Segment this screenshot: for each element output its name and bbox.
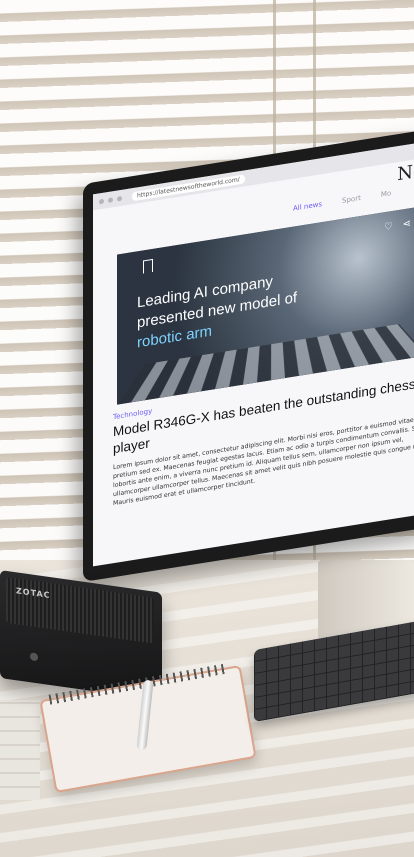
site-nav: All news Sport Mo [293,189,391,213]
photo-scene: https://latestnewsoftheworld.com/ New Al… [0,0,414,857]
power-button-icon [30,652,38,662]
nav-all-news[interactable]: All news [293,200,322,213]
share-icon[interactable]: ⋖ [403,218,411,230]
book-stack [0,700,40,800]
bookmark-icon[interactable] [143,258,153,274]
window-dot-icon [108,196,113,203]
window-dot-icon [117,195,122,202]
nav-more[interactable]: Mo [381,189,391,199]
monitor: https://latestnewsoftheworld.com/ New Al… [83,128,414,583]
monitor-screen: https://latestnewsoftheworld.com/ New Al… [93,140,414,567]
nav-sport[interactable]: Sport [342,194,361,205]
heart-icon[interactable]: ♡ [384,221,393,233]
window-dot-icon [99,198,104,204]
site-logo[interactable]: New [397,158,414,186]
